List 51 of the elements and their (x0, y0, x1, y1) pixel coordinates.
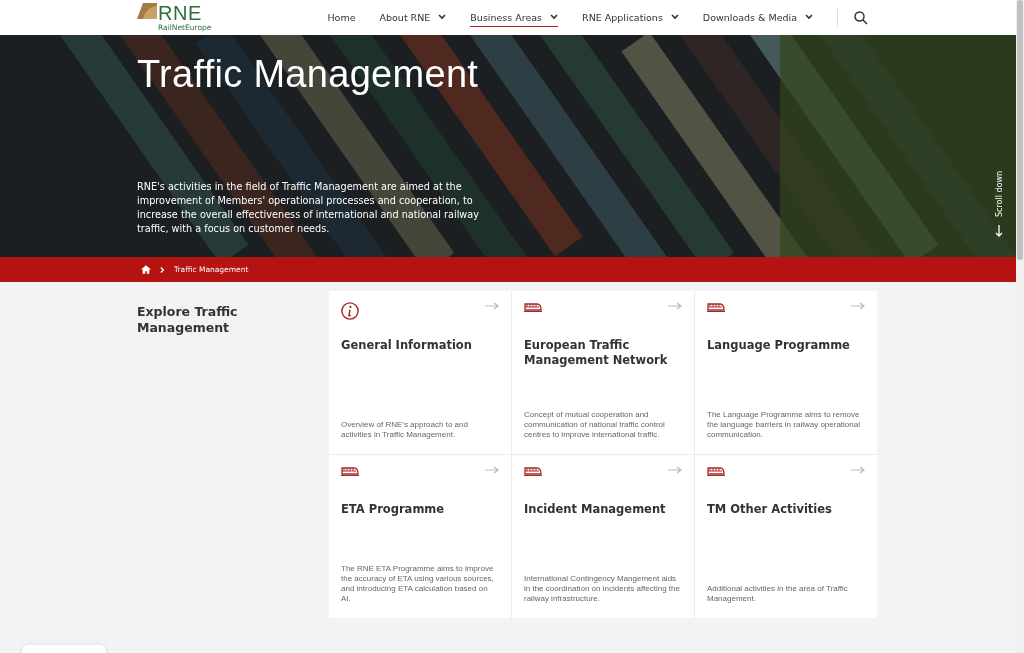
logo-mark-icon (137, 3, 157, 20)
card-description: Overview of RNE's approach to and activities in Traffic Management. (341, 420, 469, 440)
arrow-right-icon (668, 466, 682, 474)
chevron-right-icon (160, 265, 165, 274)
search-icon[interactable] (854, 10, 868, 25)
nav-item[interactable]: About RNE (379, 8, 447, 27)
scrollbar-thumb[interactable] (1017, 0, 1023, 260)
scrollbar[interactable] (1016, 0, 1024, 653)
train-icon (707, 466, 725, 476)
card-title: Incident Management (524, 502, 667, 517)
topic-card[interactable]: European Traffic Management Network Concept of mutual cooperation and communication of national traffic control centres to improve international traffic. (512, 291, 694, 454)
nav-item[interactable]: Downloads & Media (702, 8, 813, 27)
card-description: The Language Programme aims to remove the language barriers in railway operational communication. (707, 410, 861, 440)
info-icon (341, 302, 359, 320)
topic-card[interactable]: ETA Programme The RNE ETA Programme aims to improve the accuracy of ETA using various sources, and introducing ETA calculation based on AI. (329, 455, 511, 618)
intro-text: RNE's activities in the field of Traffic Management are aimed at the improvement of Members' operational processes and cooperation, to increase the overall effectiveness of international and national railway traffic, with a focus on customer needs. (137, 180, 480, 236)
arrow-right-icon (851, 466, 865, 474)
card-description: International Contingency Mangement aids in the coordination on incidents affecting the railway infrastructure. (524, 574, 681, 604)
arrow-right-icon (485, 302, 499, 310)
nav-item[interactable]: Business Areas (470, 8, 559, 27)
arrow-right-icon (485, 466, 499, 474)
topic-card[interactable]: TM Other Activities Additional activities in the area of Traffic Management. (695, 455, 877, 618)
nav-item[interactable]: RNE Applications (582, 8, 679, 27)
train-icon (524, 302, 542, 312)
card-title: TM Other Activities (707, 502, 833, 517)
arrow-down-icon (995, 225, 1003, 237)
home-icon[interactable] (141, 265, 151, 274)
arrow-right-icon (668, 302, 682, 310)
card-title: Language Programme (707, 338, 851, 353)
topic-card[interactable]: General Information Overview of RNE's approach to and activities in Traffic Management. (329, 291, 511, 454)
page-title: Traffic Management (137, 53, 480, 96)
chevron-down-icon (438, 14, 447, 20)
scroll-down-link[interactable]: Scroll down (994, 173, 1004, 237)
section-title: Explore Traffic Management (137, 304, 239, 337)
card-description: The RNE ETA Programme aims to improve the accuracy of ETA using various sources, and introducing ETA calculation based on AI. (341, 564, 495, 604)
card-title: ETA Programme (341, 502, 446, 517)
chevron-down-icon (805, 14, 813, 20)
chevron-down-icon (670, 14, 679, 20)
card-title: General Information (341, 338, 473, 353)
card-description: Additional activities in the area of Traffic Management. (707, 584, 849, 604)
train-icon (341, 466, 359, 476)
card-title: European Traffic Management Network (524, 338, 669, 368)
train-icon (524, 466, 542, 476)
card-description: Concept of mutual cooperation and communication of national traffic control centres to improve international traffic. (524, 410, 666, 440)
train-icon (707, 302, 725, 312)
nav-item[interactable]: Home (327, 8, 356, 27)
logo-wordmark: RNE (158, 3, 202, 24)
arrow-right-icon (851, 302, 865, 310)
topic-card[interactable]: Language Programme The Language Programme aims to remove the language barriers in railway operational communication. (695, 291, 877, 454)
chevron-down-icon (550, 14, 559, 20)
topic-card[interactable]: Incident Management International Contingency Mangement aids in the coordination on incidents affecting the railway infrastructure. (512, 455, 694, 618)
